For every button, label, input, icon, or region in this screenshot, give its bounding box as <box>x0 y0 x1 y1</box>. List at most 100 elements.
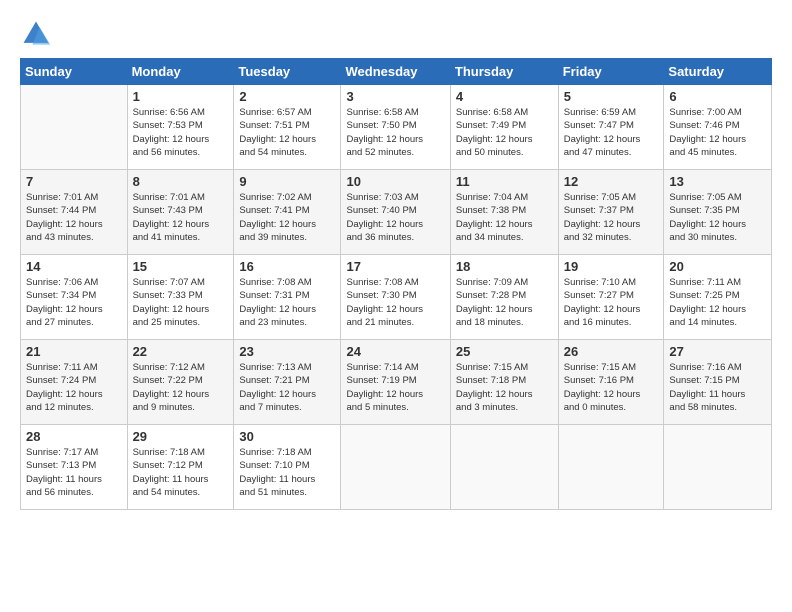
calendar-cell: 1 Sunrise: 6:56 AM Sunset: 7:53 PM Daylig… <box>127 85 234 170</box>
day-info: Sunrise: 7:16 AM Sunset: 7:15 PM Dayligh… <box>669 361 766 414</box>
day-info: Sunrise: 7:09 AM Sunset: 7:28 PM Dayligh… <box>456 276 553 329</box>
calendar-cell: 27 Sunrise: 7:16 AM Sunset: 7:15 PM Dayli… <box>664 340 772 425</box>
day-number: 5 <box>564 89 659 104</box>
day-number: 1 <box>133 89 229 104</box>
week-row-5: 28 Sunrise: 7:17 AM Sunset: 7:13 PM Dayli… <box>21 425 772 510</box>
calendar-cell: 25 Sunrise: 7:15 AM Sunset: 7:18 PM Dayli… <box>450 340 558 425</box>
day-info: Sunrise: 7:01 AM Sunset: 7:43 PM Dayligh… <box>133 191 229 244</box>
day-info: Sunrise: 7:08 AM Sunset: 7:31 PM Dayligh… <box>239 276 335 329</box>
day-info: Sunrise: 7:01 AM Sunset: 7:44 PM Dayligh… <box>26 191 122 244</box>
day-info: Sunrise: 7:08 AM Sunset: 7:30 PM Dayligh… <box>346 276 444 329</box>
calendar-cell: 28 Sunrise: 7:17 AM Sunset: 7:13 PM Dayli… <box>21 425 128 510</box>
day-info: Sunrise: 7:11 AM Sunset: 7:24 PM Dayligh… <box>26 361 122 414</box>
day-number: 2 <box>239 89 335 104</box>
day-of-week-monday: Monday <box>127 59 234 85</box>
calendar-cell: 18 Sunrise: 7:09 AM Sunset: 7:28 PM Dayli… <box>450 255 558 340</box>
logo-icon <box>20 18 52 50</box>
day-of-week-tuesday: Tuesday <box>234 59 341 85</box>
day-number: 27 <box>669 344 766 359</box>
calendar-cell: 3 Sunrise: 6:58 AM Sunset: 7:50 PM Daylig… <box>341 85 450 170</box>
day-info: Sunrise: 7:15 AM Sunset: 7:18 PM Dayligh… <box>456 361 553 414</box>
day-number: 9 <box>239 174 335 189</box>
calendar-cell: 2 Sunrise: 6:57 AM Sunset: 7:51 PM Daylig… <box>234 85 341 170</box>
day-info: Sunrise: 7:03 AM Sunset: 7:40 PM Dayligh… <box>346 191 444 244</box>
day-info: Sunrise: 7:17 AM Sunset: 7:13 PM Dayligh… <box>26 446 122 499</box>
calendar-cell: 12Sunrise: 7:05 AM Sunset: 7:37 PM Dayli… <box>558 170 664 255</box>
day-number: 19 <box>564 259 659 274</box>
day-number: 17 <box>346 259 444 274</box>
page: SundayMondayTuesdayWednesdayThursdayFrid… <box>0 0 792 612</box>
day-number: 14 <box>26 259 122 274</box>
calendar-cell: 15 Sunrise: 7:07 AM Sunset: 7:33 PM Dayli… <box>127 255 234 340</box>
day-of-week-thursday: Thursday <box>450 59 558 85</box>
day-info: Sunrise: 7:00 AM Sunset: 7:46 PM Dayligh… <box>669 106 766 159</box>
calendar-header: SundayMondayTuesdayWednesdayThursdayFrid… <box>21 59 772 85</box>
day-info: Sunrise: 6:58 AM Sunset: 7:49 PM Dayligh… <box>456 106 553 159</box>
day-number: 25 <box>456 344 553 359</box>
day-info: Sunrise: 7:02 AM Sunset: 7:41 PM Dayligh… <box>239 191 335 244</box>
calendar-cell: 9 Sunrise: 7:02 AM Sunset: 7:41 PM Daylig… <box>234 170 341 255</box>
calendar-cell: 10 Sunrise: 7:03 AM Sunset: 7:40 PM Dayli… <box>341 170 450 255</box>
day-number: 20 <box>669 259 766 274</box>
day-info: Sunrise: 6:58 AM Sunset: 7:50 PM Dayligh… <box>346 106 444 159</box>
day-number: 15 <box>133 259 229 274</box>
week-row-1: 1 Sunrise: 6:56 AM Sunset: 7:53 PM Daylig… <box>21 85 772 170</box>
day-of-week-saturday: Saturday <box>664 59 772 85</box>
calendar-cell: 20 Sunrise: 7:11 AM Sunset: 7:25 PM Dayli… <box>664 255 772 340</box>
day-of-week-friday: Friday <box>558 59 664 85</box>
days-of-week-row: SundayMondayTuesdayWednesdayThursdayFrid… <box>21 59 772 85</box>
day-number: 29 <box>133 429 229 444</box>
day-number: 28 <box>26 429 122 444</box>
week-row-3: 14Sunrise: 7:06 AM Sunset: 7:34 PM Dayli… <box>21 255 772 340</box>
week-row-4: 21 Sunrise: 7:11 AM Sunset: 7:24 PM Dayli… <box>21 340 772 425</box>
day-of-week-wednesday: Wednesday <box>341 59 450 85</box>
day-info: Sunrise: 7:07 AM Sunset: 7:33 PM Dayligh… <box>133 276 229 329</box>
calendar-cell: 5 Sunrise: 6:59 AM Sunset: 7:47 PM Daylig… <box>558 85 664 170</box>
day-number: 23 <box>239 344 335 359</box>
day-info: Sunrise: 6:56 AM Sunset: 7:53 PM Dayligh… <box>133 106 229 159</box>
calendar-cell: 8 Sunrise: 7:01 AM Sunset: 7:43 PM Daylig… <box>127 170 234 255</box>
calendar-cell: 29 Sunrise: 7:18 AM Sunset: 7:12 PM Dayli… <box>127 425 234 510</box>
calendar-cell: 24 Sunrise: 7:14 AM Sunset: 7:19 PM Dayli… <box>341 340 450 425</box>
calendar-cell: 11 Sunrise: 7:04 AM Sunset: 7:38 PM Dayli… <box>450 170 558 255</box>
calendar-cell: 19 Sunrise: 7:10 AM Sunset: 7:27 PM Dayli… <box>558 255 664 340</box>
calendar-cell: 4 Sunrise: 6:58 AM Sunset: 7:49 PM Daylig… <box>450 85 558 170</box>
calendar-cell: 17 Sunrise: 7:08 AM Sunset: 7:30 PM Dayli… <box>341 255 450 340</box>
day-info: Sunrise: 7:18 AM Sunset: 7:12 PM Dayligh… <box>133 446 229 499</box>
day-number: 13 <box>669 174 766 189</box>
day-info: Sunrise: 6:57 AM Sunset: 7:51 PM Dayligh… <box>239 106 335 159</box>
day-number: 8 <box>133 174 229 189</box>
day-number: 7 <box>26 174 122 189</box>
day-info: Sunrise: 7:10 AM Sunset: 7:27 PM Dayligh… <box>564 276 659 329</box>
day-info: Sunrise: 6:59 AM Sunset: 7:47 PM Dayligh… <box>564 106 659 159</box>
day-info: Sunrise: 7:18 AM Sunset: 7:10 PM Dayligh… <box>239 446 335 499</box>
calendar-cell: 21 Sunrise: 7:11 AM Sunset: 7:24 PM Dayli… <box>21 340 128 425</box>
day-number: 4 <box>456 89 553 104</box>
day-number: 26 <box>564 344 659 359</box>
calendar-cell: 22Sunrise: 7:12 AM Sunset: 7:22 PM Dayli… <box>127 340 234 425</box>
calendar-cell: 14Sunrise: 7:06 AM Sunset: 7:34 PM Dayli… <box>21 255 128 340</box>
day-number: 24 <box>346 344 444 359</box>
calendar-cell: 16 Sunrise: 7:08 AM Sunset: 7:31 PM Dayli… <box>234 255 341 340</box>
week-row-2: 7 Sunrise: 7:01 AM Sunset: 7:44 PM Daylig… <box>21 170 772 255</box>
calendar-cell <box>450 425 558 510</box>
header <box>20 18 772 50</box>
day-number: 10 <box>346 174 444 189</box>
day-number: 21 <box>26 344 122 359</box>
day-number: 12 <box>564 174 659 189</box>
day-info: Sunrise: 7:11 AM Sunset: 7:25 PM Dayligh… <box>669 276 766 329</box>
day-number: 18 <box>456 259 553 274</box>
day-number: 22 <box>133 344 229 359</box>
calendar: SundayMondayTuesdayWednesdayThursdayFrid… <box>20 58 772 510</box>
day-number: 11 <box>456 174 553 189</box>
calendar-cell: 6Sunrise: 7:00 AM Sunset: 7:46 PM Daylig… <box>664 85 772 170</box>
day-info: Sunrise: 7:13 AM Sunset: 7:21 PM Dayligh… <box>239 361 335 414</box>
day-info: Sunrise: 7:04 AM Sunset: 7:38 PM Dayligh… <box>456 191 553 244</box>
day-of-week-sunday: Sunday <box>21 59 128 85</box>
day-info: Sunrise: 7:14 AM Sunset: 7:19 PM Dayligh… <box>346 361 444 414</box>
day-number: 16 <box>239 259 335 274</box>
day-info: Sunrise: 7:15 AM Sunset: 7:16 PM Dayligh… <box>564 361 659 414</box>
day-number: 3 <box>346 89 444 104</box>
logo <box>20 18 56 50</box>
day-number: 30 <box>239 429 335 444</box>
